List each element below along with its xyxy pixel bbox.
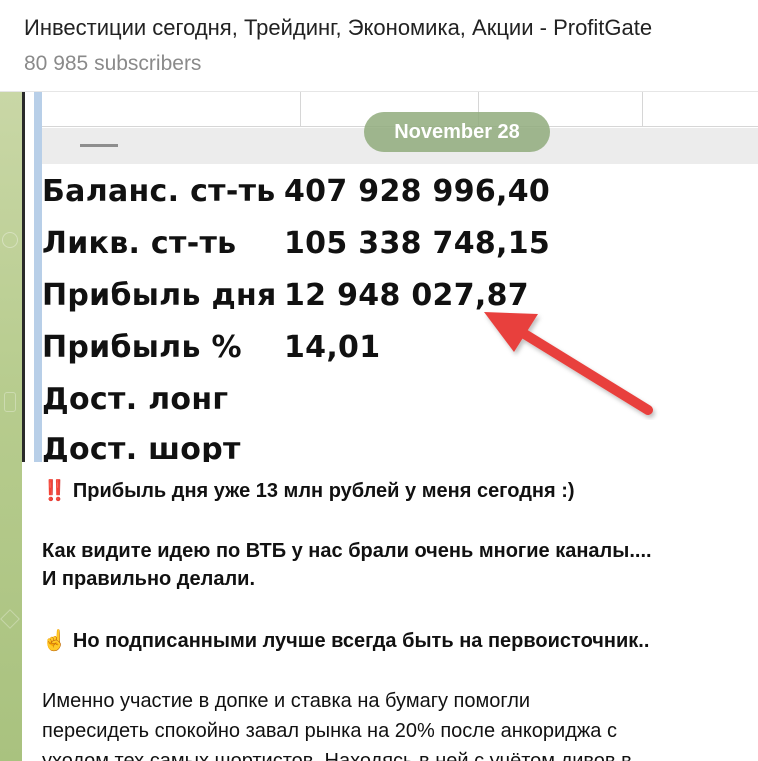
subscriber-count: 80 985 subscribers xyxy=(24,52,202,75)
message-line-text: Но подписанными лучше всегда быть на пер… xyxy=(72,630,650,652)
row-value: 105 338 748,15 xyxy=(284,226,551,261)
message-line: Именно участие в допке и ставка на бумаг… xyxy=(42,690,531,712)
row-value: 14,01 xyxy=(284,330,381,365)
row-value: 407 928 996,40 xyxy=(284,174,551,209)
row-label: Баланс. ст-ть xyxy=(42,174,276,209)
row-label: Дост. шорт xyxy=(42,432,241,462)
row-label: Прибыль дня xyxy=(42,278,277,313)
message-line-text: Прибыль дня уже 13 млн рублей у меня сег… xyxy=(72,480,575,502)
message-line: ☝️ Но подписанными лучше всегда быть на п… xyxy=(42,628,649,653)
chat-header[interactable]: Инвестиции сегодня, Трейдинг, Экономика,… xyxy=(0,0,758,92)
row-label: Прибыль % xyxy=(42,330,242,365)
message-line: уходом тех самых шортистов. Находясь в н… xyxy=(42,750,632,761)
channel-title[interactable]: Инвестиции сегодня, Трейдинг, Экономика,… xyxy=(24,15,652,41)
arrow-shape xyxy=(484,312,653,415)
chat-wallpaper xyxy=(0,92,22,761)
spreadsheet-selection-strip xyxy=(34,92,42,462)
message-line: ‼️ Прибыль дня уже 13 млн рублей у меня с… xyxy=(42,478,575,503)
wallpaper-doodle xyxy=(0,609,20,629)
double-exclamation-icon: ‼️ xyxy=(42,480,67,502)
pointing-up-icon: ☝️ xyxy=(42,630,67,652)
message-line: Как видите идею по ВТБ у нас брали очень… xyxy=(42,540,652,562)
red-arrow-icon xyxy=(484,312,653,415)
wallpaper-doodle xyxy=(2,232,18,248)
spreadsheet-gridline xyxy=(300,92,301,126)
minus-icon xyxy=(80,144,118,147)
message-text: ‼️ Прибыль дня уже 13 млн рублей у меня с… xyxy=(22,462,758,761)
row-label: Ликв. ст-ть xyxy=(42,226,237,261)
row-label: Дост. лонг xyxy=(42,382,229,417)
date-pill: November 28 xyxy=(364,112,550,152)
spreadsheet-gridline xyxy=(642,92,643,126)
wallpaper-doodle xyxy=(4,392,16,412)
message-line: пересидеть спокойно завал рынка на 20% п… xyxy=(42,720,617,742)
message-line: И правильно делали. xyxy=(42,568,255,590)
photo-frame-edge xyxy=(22,92,25,462)
